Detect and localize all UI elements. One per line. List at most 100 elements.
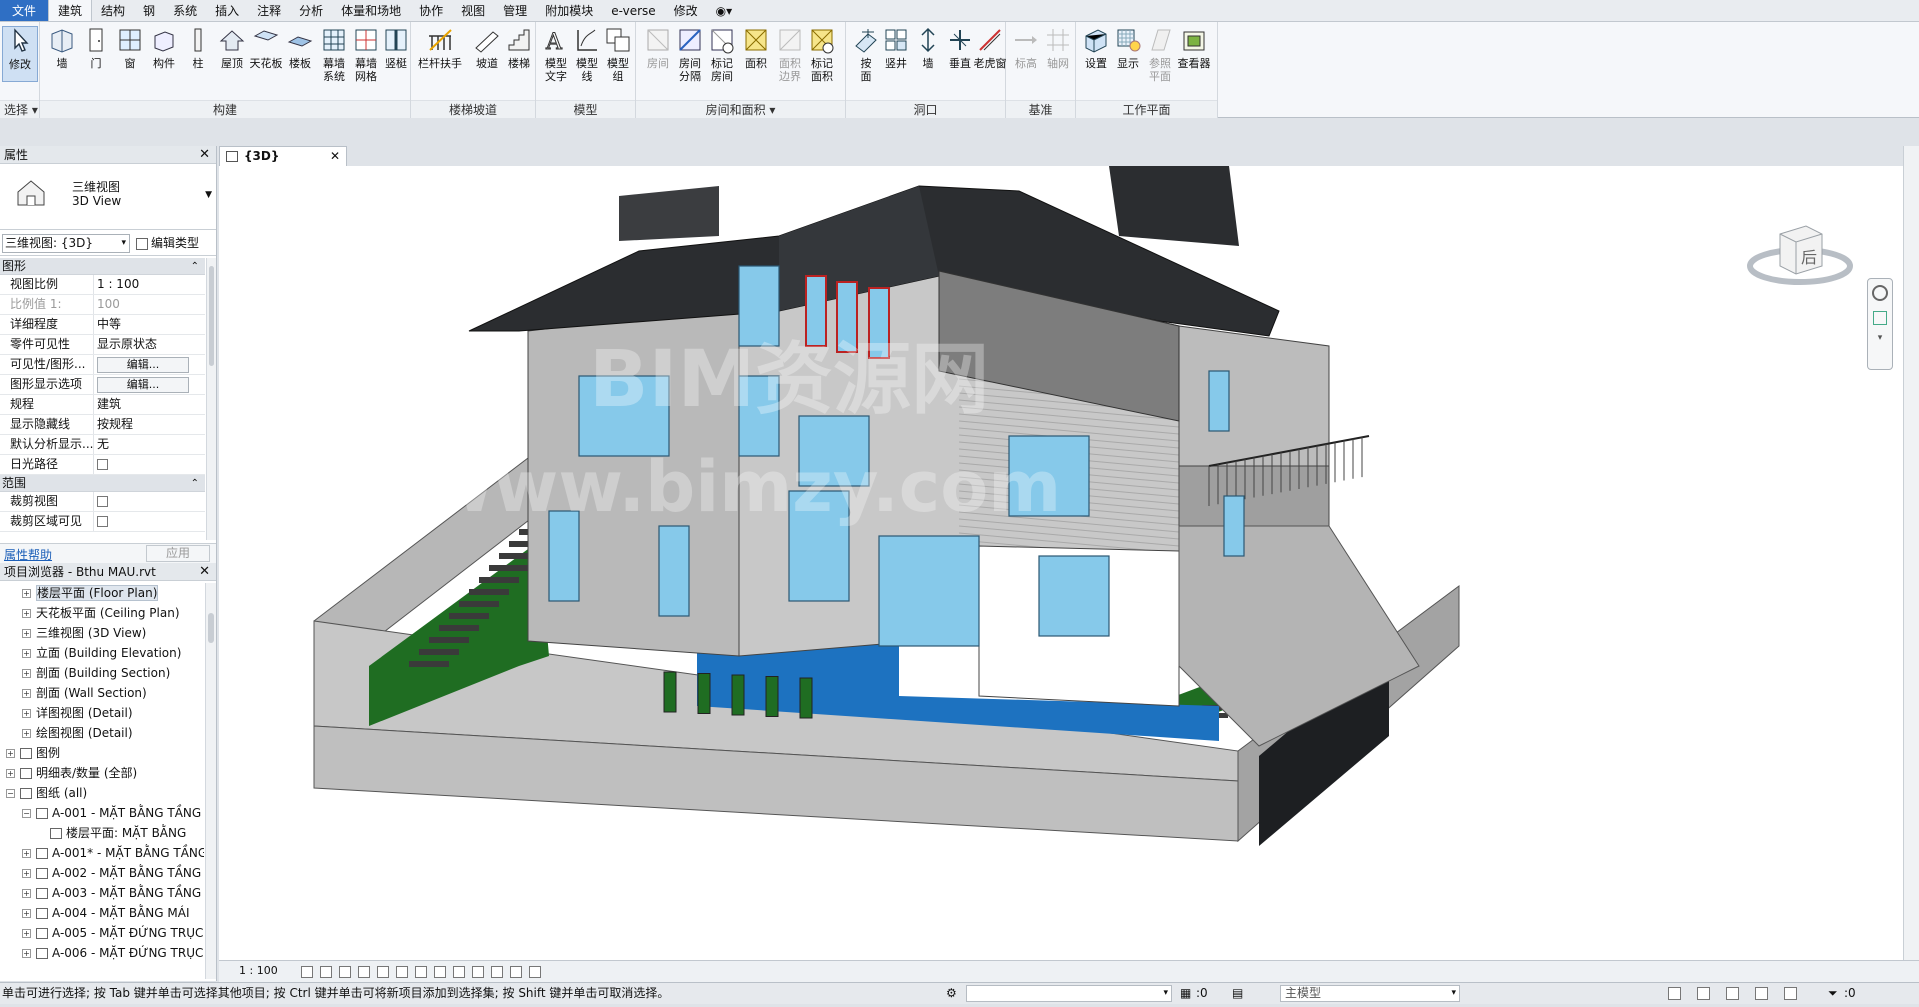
expand-icon[interactable]: + [22,709,31,718]
browser-item[interactable]: − 图纸 (all) [0,783,204,803]
type-selector[interactable]: 三维视图 3D View ▼ [0,164,216,230]
3d-viewport[interactable]: BIM资源网 www.bimzy.com 后 ▾ [219,166,1903,960]
ribbon-tab-10[interactable]: 视图 [452,0,494,21]
render-icon[interactable] [358,966,370,978]
expand-icon[interactable]: + [22,589,31,598]
analytical-icon[interactable] [491,966,503,978]
ribbon-tab-7[interactable]: 分析 [290,0,332,21]
ribbon-tab-6[interactable]: 注释 [248,0,290,21]
ribbon-tab-11[interactable]: 管理 [494,0,536,21]
stair-button[interactable]: 楼梯 [499,26,539,70]
property-row[interactable]: 裁剪视图 [0,492,205,512]
select-dropdown[interactable]: 选择 ▾ [0,100,39,118]
property-row[interactable]: 视图比例 1 : 100 [0,275,205,295]
expand-icon[interactable]: + [6,749,15,758]
ribbon-tab-13[interactable]: e-verse [602,0,664,21]
property-row[interactable]: 规程 建筑 [0,395,205,415]
modify-button[interactable]: 修改 [2,26,38,82]
property-row[interactable]: 零件可见性 显示原状态 [0,335,205,355]
close-icon[interactable]: ✕ [199,146,210,164]
browser-item[interactable]: + A-005 - MẶT ĐỨNG TRỤC [0,923,204,943]
steering-wheel-icon[interactable] [1872,285,1888,301]
sun-path-icon[interactable] [320,966,332,978]
select-pinned-icon[interactable] [1726,987,1739,1000]
apply-button[interactable]: 应用 [146,545,210,562]
edit-type-button[interactable]: 编辑类型 [136,234,199,253]
model-group-button[interactable]: 模型 组 [598,26,638,83]
ribbon-tab-9[interactable]: 协作 [410,0,452,21]
design-option-selector[interactable]: 主模型 ▾ [1280,985,1460,1002]
unlock-3d-icon[interactable] [415,966,427,978]
show-crop-icon[interactable] [396,966,408,978]
expand-icon[interactable]: + [22,689,31,698]
workset-selector[interactable]: ▾ [966,985,1172,1002]
properties-scrollbar[interactable] [206,258,216,540]
ribbon-tab-3[interactable]: 钢 [134,0,164,21]
checkbox[interactable] [97,516,108,527]
browser-item[interactable]: + 明细表/数量 (全部) [0,763,204,783]
expand-icon[interactable]: + [22,669,31,678]
browser-item[interactable]: + 三维视图 (3D View) [0,623,204,643]
zoom-icon[interactable] [1873,311,1887,325]
crop-icon[interactable] [377,966,389,978]
viewer-button[interactable]: 查看器 [1172,26,1216,70]
ribbon-tab-2[interactable]: 结构 [92,0,134,21]
property-row[interactable]: 图形显示选项 编辑... [0,375,205,395]
reveal-hidden-icon[interactable] [453,966,465,978]
shadows-icon[interactable] [339,966,351,978]
ribbon-tab-8[interactable]: 体量和场地 [332,0,410,21]
nav-dropdown-icon[interactable]: ▾ [1868,333,1892,343]
expand-icon[interactable]: + [22,849,31,858]
browser-item[interactable]: + A-003 - MẶT BẰNG TẦNG [0,883,204,903]
select-by-face-icon[interactable] [1755,987,1768,1000]
close-icon[interactable]: ✕ [330,147,340,165]
expand-icon[interactable]: + [6,769,15,778]
tag-area-button[interactable]: 标记 面积 [802,26,842,83]
worksharing-icon[interactable] [472,966,484,978]
ribbon-tab-0[interactable]: 文件 [0,0,49,21]
browser-item[interactable]: + 绘图视图 (Detail) [0,723,204,743]
property-row[interactable]: 日光路径 [0,455,205,475]
expand-icon[interactable]: + [22,929,31,938]
browser-item[interactable]: − A-001 - MẶT BẰNG TẦNG [0,803,204,823]
ribbon-tab-5[interactable]: 插入 [206,0,248,21]
property-row[interactable]: 默认分析显示... 无 [0,435,205,455]
group-graphics[interactable]: 图形 ⌃ [0,258,205,275]
view-vertical-scrollbar[interactable] [1903,146,1919,960]
property-row[interactable]: 详细程度 中等 [0,315,205,335]
select-links-icon[interactable] [1668,987,1681,1000]
design-options-icon[interactable]: ▤ [1232,983,1243,1004]
room-area-dropdown[interactable]: 房间和面积 ▾ [636,100,845,118]
expand-icon[interactable]: + [22,889,31,898]
property-row[interactable]: 显示隐藏线 按规程 [0,415,205,435]
worksets-icon[interactable]: ⚙ [946,983,957,1004]
property-row[interactable]: 可见性/图形... 编辑... [0,355,205,375]
expand-icon[interactable]: + [22,949,31,958]
browser-scrollbar[interactable] [205,583,216,979]
ribbon-tab-1[interactable]: 建筑 [48,0,93,21]
browser-item[interactable]: + 剖面 (Wall Section) [0,683,204,703]
expand-icon[interactable]: + [22,869,31,878]
ribbon-tab-12[interactable]: 附加模块 [536,0,602,21]
scrollbar-thumb[interactable] [208,613,214,643]
visual-style-icon[interactable] [301,966,313,978]
browser-item[interactable]: + 楼层平面 (Floor Plan) [0,583,204,603]
browser-item[interactable]: + 天花板平面 (Ceiling Plan) [0,603,204,623]
collapse-icon[interactable]: − [22,809,31,818]
dormer-button[interactable]: 老虎窗 [970,26,1010,70]
highlight-icon[interactable] [510,966,522,978]
expand-icon[interactable]: + [22,649,31,658]
expand-icon[interactable]: + [22,909,31,918]
browser-item[interactable]: + A-006 - MẶT ĐỨNG TRỤC [0,943,204,963]
mullion-button[interactable]: 竖梃 [376,26,416,70]
ribbon-tab-14[interactable]: 修改 [665,0,707,21]
edit-button[interactable]: 编辑... [97,377,189,393]
collapse-icon[interactable]: − [6,789,15,798]
checkbox[interactable] [97,496,108,507]
viewcube[interactable]: 后 [1746,222,1856,294]
select-underlay-icon[interactable] [1697,987,1710,1000]
properties-help-link[interactable]: 属性帮助 [4,546,52,563]
close-icon[interactable]: ✕ [199,563,210,581]
browser-item[interactable]: + A-002 - MẶT BẰNG TẦNG [0,863,204,883]
ribbon-tab-4[interactable]: 系统 [164,0,206,21]
